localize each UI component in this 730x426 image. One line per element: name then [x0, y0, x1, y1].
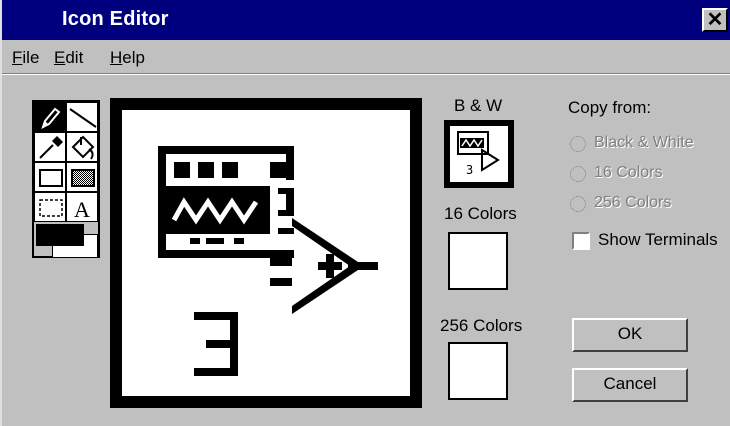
close-button[interactable]: ✕ — [702, 8, 728, 32]
option-256-colors-label: 256 Colors — [594, 194, 672, 211]
line-tool[interactable] — [66, 102, 98, 132]
pencil-tool[interactable] — [34, 102, 66, 132]
cancel-button[interactable]: Cancel — [572, 368, 688, 402]
line-icon — [69, 108, 97, 128]
radio-256-colors — [570, 196, 586, 212]
vi-icon-drawing — [158, 146, 378, 376]
show-terminals-label[interactable]: Show Terminals — [598, 230, 718, 250]
vi-icon-thumbnail: 3 — [457, 131, 500, 177]
menu-help-mnemonic: H — [110, 48, 123, 67]
text-icon: A — [74, 197, 90, 222]
radio-16-colors — [570, 166, 586, 182]
canvas-area[interactable] — [122, 110, 410, 396]
menu-bar: File Edit Help — [2, 42, 730, 72]
rectangle-icon — [39, 169, 63, 187]
256-colors-label: 256 Colors — [440, 316, 523, 335]
drawing-canvas[interactable] — [110, 98, 422, 408]
dropper-tool[interactable] — [34, 132, 66, 162]
show-terminals-checkbox[interactable] — [572, 232, 590, 250]
bw-preview-inner: 3 — [450, 126, 508, 182]
16-colors-label: 16 Colors — [444, 204, 517, 223]
select-tool[interactable] — [34, 192, 66, 222]
menu-edit-label: dit — [65, 48, 84, 67]
bw-preview[interactable]: 3 — [444, 120, 514, 188]
title-bar[interactable]: Icon Editor ✕ — [2, 0, 730, 40]
pencil-icon — [41, 107, 61, 129]
copy-from-label: Copy from: — [568, 98, 652, 117]
fill-bucket-icon — [71, 135, 95, 160]
foreground-color-swatch[interactable] — [36, 224, 84, 246]
window-title: Icon Editor — [62, 8, 169, 30]
thumbnail-number: 3 — [466, 163, 473, 177]
icon-editor-window: Icon Editor ✕ File Edit Help A B & W 3 1… — [0, 0, 730, 426]
fill-bucket-tool[interactable] — [66, 132, 98, 162]
bw-label: B & W — [454, 96, 503, 115]
radio-black-white — [570, 136, 586, 152]
menu-separator — [2, 73, 730, 75]
menu-edit[interactable]: Edit — [54, 48, 83, 68]
select-icon — [39, 199, 63, 217]
menu-help[interactable]: Help — [110, 48, 145, 68]
menu-help-label: elp — [122, 48, 145, 67]
menu-file-mnemonic: F — [12, 48, 23, 67]
16-colors-preview[interactable] — [448, 232, 508, 290]
menu-edit-mnemonic: E — [54, 48, 66, 67]
dropper-icon — [39, 136, 63, 159]
rectangle-tool[interactable] — [34, 162, 66, 192]
option-black-white-label: Black & White — [594, 134, 694, 151]
ok-button[interactable]: OK — [572, 318, 688, 352]
option-16-colors-label: 16 Colors — [594, 164, 663, 181]
256-colors-preview[interactable] — [448, 342, 508, 400]
filled-rectangle-icon — [71, 169, 95, 187]
menu-file[interactable]: File — [12, 48, 39, 68]
text-tool[interactable]: A — [66, 192, 98, 222]
svg-text:A: A — [74, 197, 90, 222]
filled-rectangle-tool[interactable] — [66, 162, 98, 192]
tool-palette: A — [32, 100, 100, 258]
menu-file-label: ile — [22, 48, 40, 67]
